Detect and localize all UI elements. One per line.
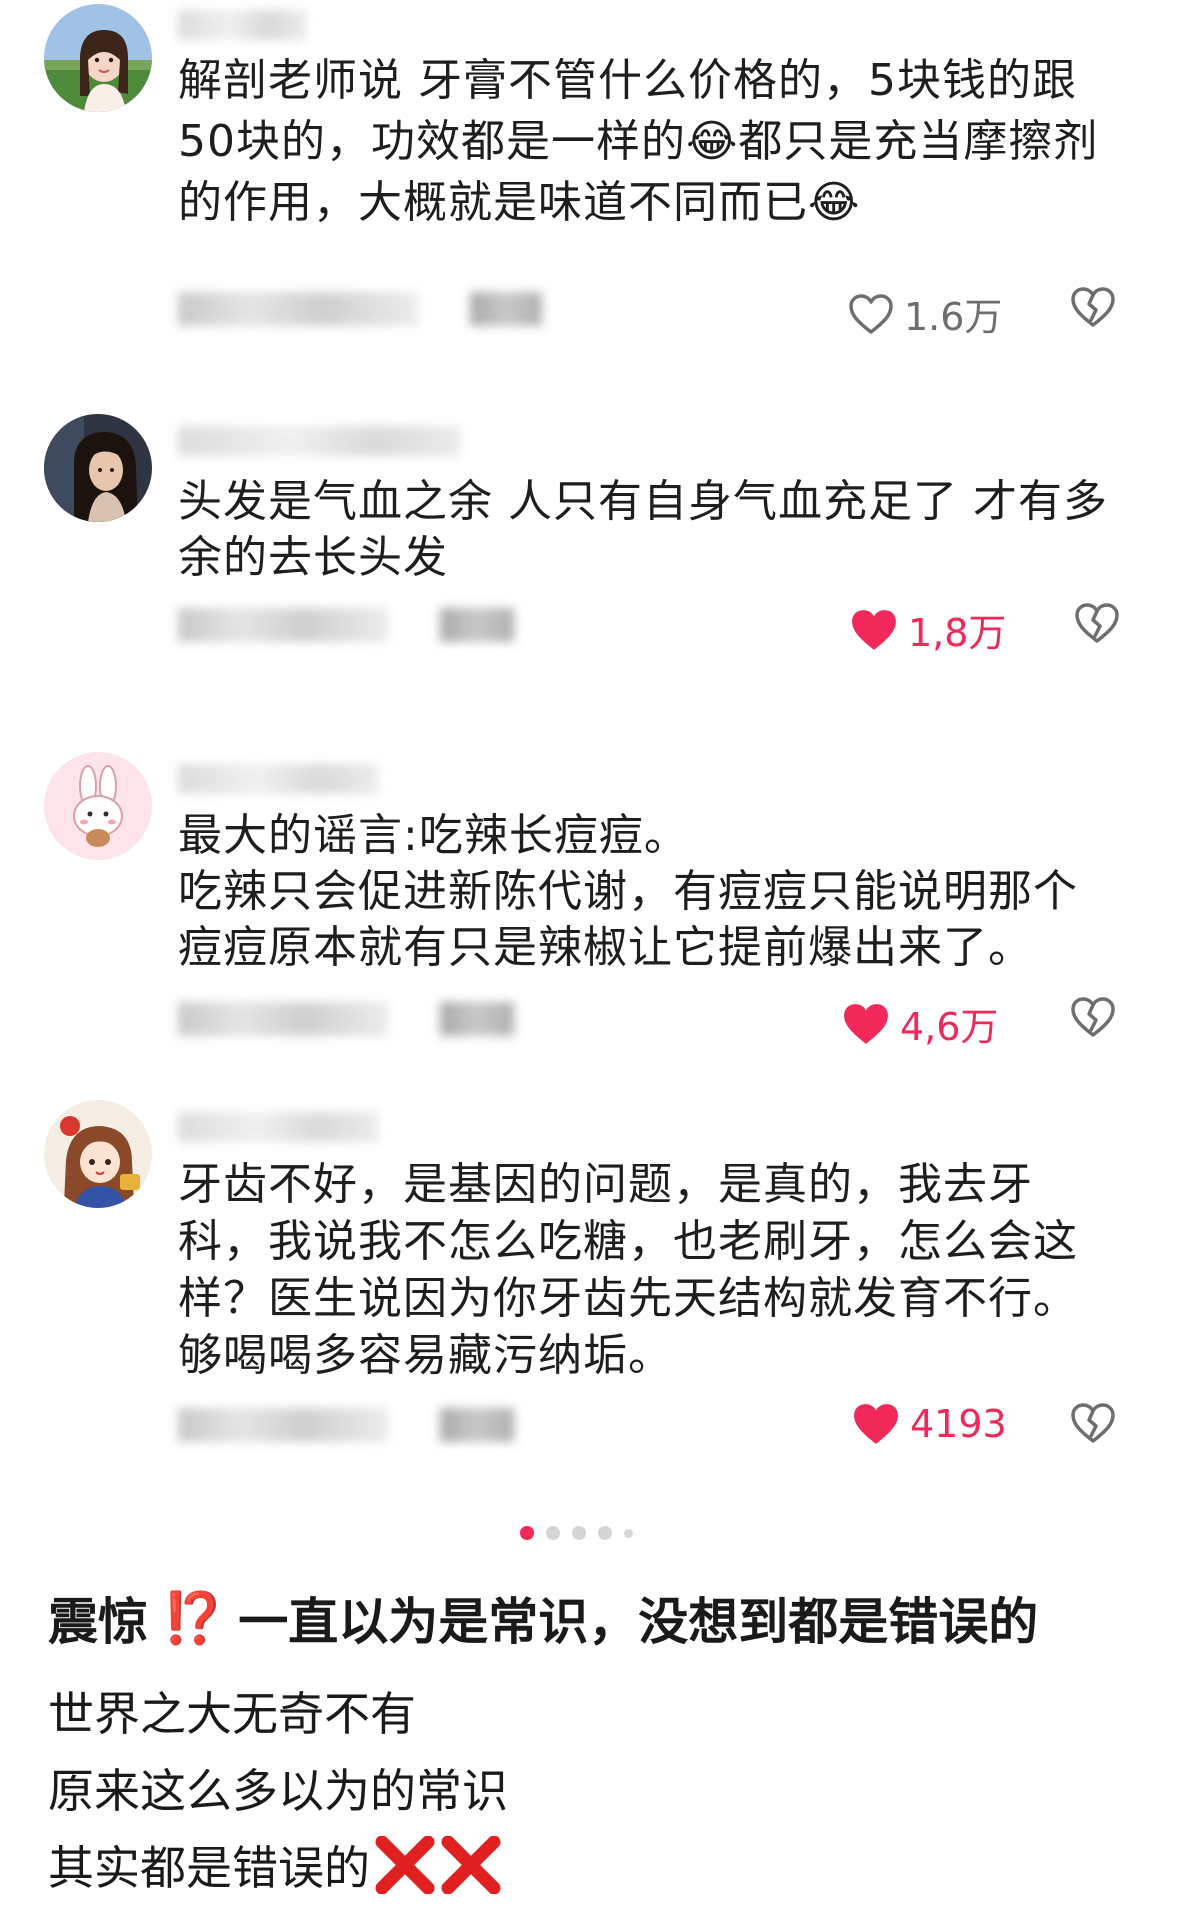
pagination-dot[interactable] [546, 1526, 560, 1540]
comment-line: 吃辣只会促进新陈代谢，有痘痘只能说明那个 [178, 866, 1078, 917]
x-mark-icon [374, 1836, 436, 1894]
reply-button[interactable] [440, 1408, 514, 1442]
comment-line: 余的去长头发 [178, 532, 448, 583]
post-body-line: 其实都是错误的 [48, 1832, 502, 1898]
user-avatar[interactable] [44, 414, 152, 522]
dislike-button[interactable] [1070, 996, 1116, 1038]
post-body-text: 世界之大无奇不有 [48, 1687, 416, 1741]
comment-list: ██████ 解剖老师说 牙膏不管什么价格的，5块钱的跟 50块的，功效都是一样… [0, 0, 1179, 1490]
timestamp [178, 1002, 388, 1036]
comment-text: 最大的谣言:吃辣长痘痘。 吃辣只会促进新陈代谢，有痘痘只能说明那个 痘痘原本就有… [178, 808, 1138, 976]
reply-button[interactable] [440, 1002, 514, 1036]
broken-heart-icon [1071, 287, 1115, 327]
user-avatar-girl-outdoors-icon [44, 4, 152, 112]
post-body-line: 世界之大无奇不有 [48, 1678, 416, 1744]
dislike-button[interactable] [1070, 1402, 1116, 1444]
comment-meta [178, 608, 514, 642]
like-count: 4193 [910, 1402, 1007, 1446]
pagination-dot-active[interactable] [520, 1526, 534, 1540]
like-count: 4,6万 [900, 1005, 999, 1049]
comment-meta [178, 1408, 514, 1442]
pagination-dot[interactable] [624, 1528, 633, 1538]
post-title-prefix: 震惊 [48, 1593, 148, 1651]
image-pagination[interactable] [520, 1526, 633, 1540]
dislike-button[interactable] [1070, 286, 1116, 328]
like-count: 1.6万 [904, 295, 1003, 339]
comment-line: 的作用，大概就是味道不同而已😂 [178, 177, 861, 228]
comment-line: 头发是气血之余 人只有自身气血充足了 才有多 [178, 476, 1108, 527]
interrobang-icon: ⁉️ [162, 1588, 224, 1647]
post-body-text: 原来这么多以为的常识 [48, 1764, 508, 1818]
post-body-line: 原来这么多以为的常识 [48, 1755, 508, 1821]
comment-line: 够喝喝多容易藏污纳垢。 [178, 1330, 673, 1381]
comment-line: 50块的，功效都是一样的😂都只是充当摩擦剂 [178, 116, 1099, 167]
heart-filled-icon [854, 1404, 898, 1444]
comment-text: 牙齿不好，是基因的问题，是真的，我去牙 科，我说我不怎么吃糖，也老刷牙，怎么会这… [178, 1156, 1138, 1384]
broken-heart-icon [1071, 997, 1115, 1037]
comment-text: 头发是气血之余 人只有自身气血充足了 才有多 余的去长头发 [178, 474, 1138, 586]
user-avatar[interactable] [44, 4, 152, 112]
broken-heart-icon [1075, 603, 1119, 643]
comment-meta [178, 292, 542, 326]
like-count: 1,8万 [908, 611, 1007, 655]
reply-button[interactable] [440, 608, 514, 642]
like-button[interactable]: 4193 [852, 1402, 1007, 1446]
comment-text: 解剖老师说 牙膏不管什么价格的，5块钱的跟 50块的，功效都是一样的😂都只是充当… [178, 50, 1138, 233]
comment-line: 痘痘原本就有只是辣椒让它提前爆出来了。 [178, 922, 1033, 973]
post-title: 震惊 ⁉️ 一直以为是常识，没想到都是错误的 [48, 1582, 1038, 1654]
comment-line: 牙齿不好，是基因的问题，是真的，我去牙 [178, 1159, 1033, 1210]
comment-line: 最大的谣言:吃辣长痘痘。 [178, 810, 689, 861]
username[interactable]: ██████ [178, 764, 378, 794]
user-avatar-anime-girl-icon [44, 1100, 152, 1208]
user-avatar[interactable] [44, 1100, 152, 1208]
dislike-button[interactable] [1074, 602, 1120, 644]
reply-button[interactable] [470, 292, 542, 326]
comment-line: 科，我说我不怎么吃糖，也老刷牙，怎么会这 [178, 1216, 1078, 1267]
comment-line: 样？医生说因为你牙齿先天结构就发育不行。 [178, 1273, 1078, 1324]
post-body-text: 其实都是错误的 [48, 1841, 370, 1895]
timestamp [178, 608, 388, 642]
pagination-dot[interactable] [572, 1526, 586, 1540]
user-avatar[interactable] [44, 752, 152, 860]
heart-filled-icon [844, 1003, 888, 1044]
comment-meta [178, 1002, 514, 1036]
username[interactable]: ██████ [178, 1112, 378, 1142]
pagination-dot[interactable] [598, 1526, 612, 1540]
username[interactable]: ████████████ [178, 426, 460, 456]
user-avatar-woman-portrait-icon [44, 414, 152, 522]
like-button[interactable]: 4,6万 [842, 996, 998, 1051]
timestamp [178, 1408, 388, 1442]
post-title-suffix: 一直以为是常识，没想到都是错误的 [238, 1593, 1039, 1651]
user-avatar-bunny-sticker-icon [44, 752, 152, 860]
timestamp [178, 292, 418, 326]
broken-heart-icon [1071, 1403, 1115, 1443]
like-button[interactable]: 1.6万 [848, 286, 1002, 341]
like-button[interactable]: 1,8万 [850, 602, 1006, 657]
username[interactable]: ██████ [178, 10, 306, 40]
x-mark-icon [440, 1836, 502, 1894]
heart-outline-icon [849, 293, 893, 334]
heart-filled-icon [852, 609, 896, 650]
comment-line: 解剖老师说 牙膏不管什么价格的，5块钱的跟 [178, 55, 1077, 106]
